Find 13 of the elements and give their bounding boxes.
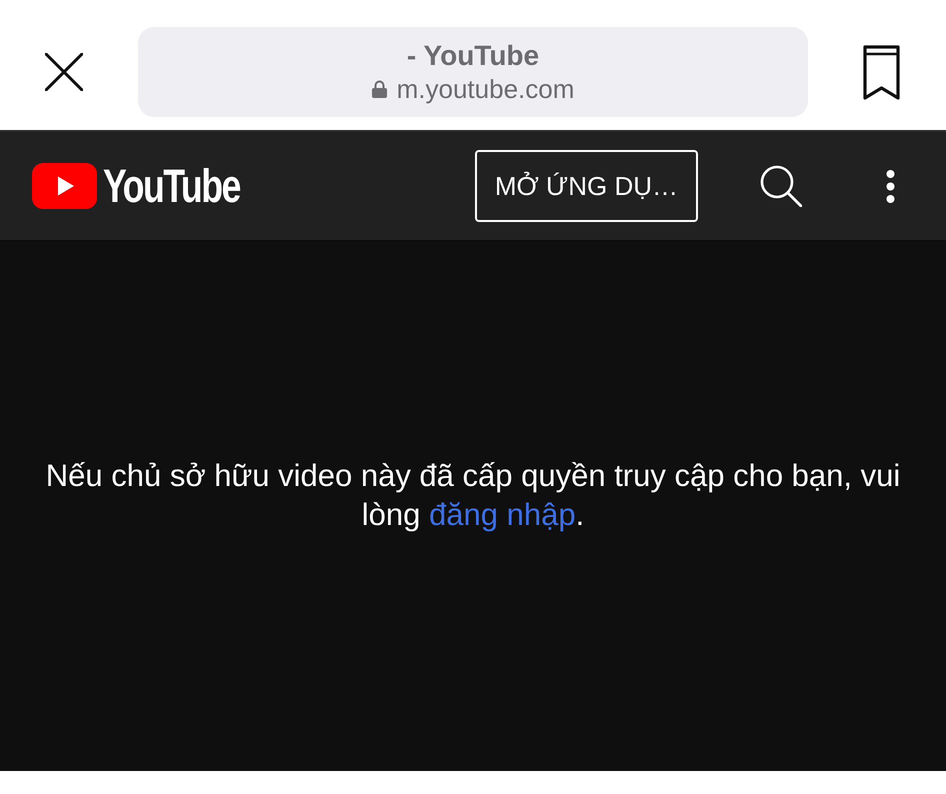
- sign-in-link[interactable]: đăng nhập: [429, 497, 576, 532]
- logo-wordmark[interactable]: YouTube: [103, 161, 240, 211]
- close-icon[interactable]: [45, 53, 83, 91]
- player-message-text: Nếu chủ sở hữu video này đã cấp quyền truy cập cho bạn, vui lòng đăng nhập.: [44, 457, 902, 534]
- play-logo-icon[interactable]: [32, 163, 97, 209]
- page-title: - YouTube: [406, 40, 540, 72]
- bookmark-icon[interactable]: [863, 44, 900, 100]
- url-text: m.youtube.com: [396, 74, 574, 104]
- open-app-button[interactable]: MỞ ỨNG DỤ…: [474, 150, 698, 222]
- lock-icon: [372, 80, 387, 98]
- more-options-icon[interactable]: [884, 168, 897, 204]
- address-bar[interactable]: - YouTube m.youtube.com: [138, 27, 808, 117]
- search-icon[interactable]: [760, 165, 802, 207]
